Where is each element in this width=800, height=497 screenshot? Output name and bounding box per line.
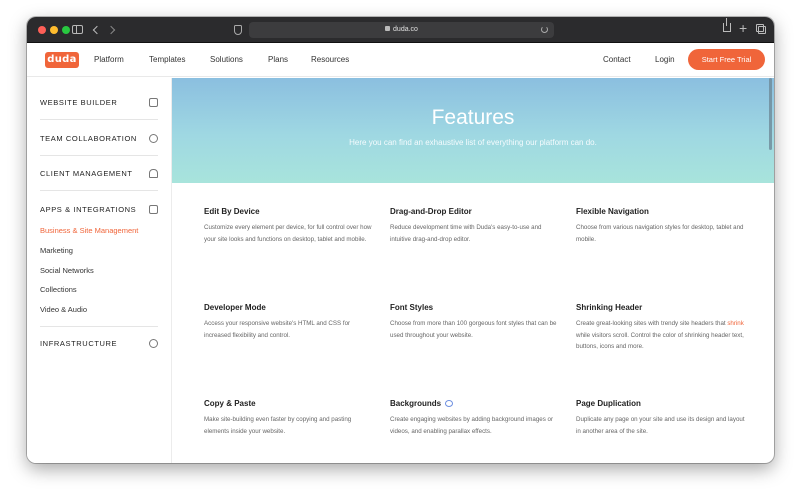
sidebar-item-collections[interactable]: Collections	[40, 285, 77, 295]
feature-description: Choose from more than 100 gorgeous font …	[390, 320, 557, 339]
address-text-wrap: duda.co	[249, 24, 554, 36]
divider	[40, 119, 158, 120]
feature-title: Copy & Paste	[204, 399, 256, 408]
feature-description: Make site-building even faster by copyin…	[204, 416, 352, 435]
section-label: WEBSITE BUILDER	[40, 98, 118, 107]
nav-templates[interactable]: Templates	[149, 55, 185, 65]
section-label: CLIENT MANAGEMENT	[40, 169, 133, 178]
infrastructure-icon	[149, 339, 158, 348]
sidebar-toggle-icon[interactable]	[72, 25, 83, 34]
section-label: TEAM COLLABORATION	[40, 134, 137, 143]
feature-title: Backgrounds	[390, 399, 442, 408]
feature-card: Drag-and-Drop Editor Reduce development …	[390, 207, 560, 245]
client-icon	[149, 169, 158, 178]
section-label: APPS & INTEGRATIONS	[40, 205, 137, 214]
browser-window: duda.co + duda Platform Templates Soluti…	[27, 17, 774, 463]
page-title: Features	[431, 106, 515, 129]
divider	[40, 326, 158, 327]
sidebar-item-video-audio[interactable]: Video & Audio	[40, 305, 87, 315]
feature-card: Backgrounds Create engaging websites by …	[390, 399, 560, 437]
sidebar-item-marketing[interactable]: Marketing	[40, 246, 73, 256]
nav-resources[interactable]: Resources	[311, 55, 349, 65]
shrink-highlight: shrink	[727, 320, 744, 327]
feature-card: Developer Mode Access your responsive we…	[204, 303, 374, 341]
feature-card: Edit By Device Customize every element p…	[204, 207, 374, 245]
feature-title: Font Styles	[390, 303, 434, 312]
feature-title: Edit By Device	[204, 207, 260, 216]
feature-title-row: Backgrounds	[390, 399, 560, 409]
minimize-window-button[interactable]	[50, 26, 58, 34]
feature-description: Customize every element per device, for …	[204, 224, 372, 243]
sidebar-section-client-management[interactable]: CLIENT MANAGEMENT	[40, 169, 158, 179]
sidebar-section-website-builder[interactable]: WEBSITE BUILDER	[40, 98, 158, 108]
feature-card: Shrinking Header Create great-looking si…	[576, 303, 746, 353]
features-hero: Features Here you can find an exhaustive…	[172, 78, 774, 183]
feature-card: Flexible Navigation Choose from various …	[576, 207, 746, 245]
feature-description: Reduce development time with Duda's easy…	[390, 224, 542, 243]
address-url: duda.co	[393, 26, 418, 33]
feature-title: Developer Mode	[204, 303, 266, 312]
feature-card: Page Duplication Duplicate any page on y…	[576, 399, 746, 437]
tab-overview-icon[interactable]	[756, 24, 766, 34]
feature-title: Drag-and-Drop Editor	[390, 207, 472, 216]
site-header: duda Platform Templates Solutions Plans …	[27, 43, 774, 77]
page-subtitle: Here you can find an exhaustive list of …	[349, 138, 597, 147]
nav-plans[interactable]: Plans	[268, 55, 288, 65]
nav-solutions[interactable]: Solutions	[210, 55, 243, 65]
close-window-button[interactable]	[38, 26, 46, 34]
divider	[40, 155, 158, 156]
feature-description: Create engaging websites by adding backg…	[390, 416, 554, 435]
sidebar-item-business-site-management[interactable]: Business & Site Management	[40, 226, 138, 236]
new-badge-icon	[445, 400, 454, 407]
desc-text: Create great-looking sites with trendy s…	[576, 320, 728, 327]
address-bar[interactable]: duda.co	[249, 22, 554, 38]
sidebar-section-team-collaboration[interactable]: TEAM COLLABORATION	[40, 134, 158, 144]
feature-card: Copy & Paste Make site-building even fas…	[204, 399, 374, 437]
new-tab-icon[interactable]: +	[739, 21, 747, 35]
nav-login[interactable]: Login	[655, 55, 675, 65]
builder-icon	[149, 98, 158, 107]
sidebar-section-apps-integrations[interactable]: APPS & INTEGRATIONS	[40, 205, 158, 215]
nav-contact[interactable]: Contact	[603, 55, 631, 65]
section-label: INFRASTRUCTURE	[40, 339, 118, 348]
page-scrollbar[interactable]	[769, 78, 772, 150]
team-icon	[149, 134, 158, 143]
zoom-window-button[interactable]	[62, 26, 70, 34]
feature-title: Shrinking Header	[576, 303, 643, 312]
feature-description: Choose from various navigation styles fo…	[576, 224, 744, 243]
features-sidebar: WEBSITE BUILDER TEAM COLLABORATION CLIEN…	[27, 78, 172, 463]
sidebar-item-social-networks[interactable]: Social Networks	[40, 266, 94, 276]
reload-icon[interactable]	[541, 26, 548, 33]
back-icon[interactable]	[92, 25, 102, 35]
desc-text: while visitors scroll. Control the color…	[576, 331, 744, 351]
browser-toolbar: duda.co +	[27, 17, 774, 43]
sidebar-section-infrastructure[interactable]: INFRASTRUCTURE	[40, 339, 158, 349]
feature-description: Duplicate any page on your site and use …	[576, 416, 745, 435]
forward-icon[interactable]	[106, 25, 116, 35]
feature-description: Access your responsive website's HTML an…	[204, 320, 351, 339]
feature-title: Flexible Navigation	[576, 207, 649, 216]
divider	[40, 190, 158, 191]
lock-icon	[385, 26, 391, 31]
duda-logo[interactable]: duda	[45, 52, 79, 68]
share-icon[interactable]	[723, 18, 731, 32]
privacy-shield-icon[interactable]	[234, 25, 242, 35]
feature-title: Page Duplication	[576, 399, 641, 408]
feature-card: Font Styles Choose from more than 100 go…	[390, 303, 560, 341]
apps-icon	[149, 205, 158, 214]
start-free-trial-button[interactable]: Start Free Trial	[688, 49, 765, 70]
feature-description: Create great-looking sites with trendy s…	[576, 318, 746, 353]
nav-platform[interactable]: Platform	[94, 55, 124, 65]
